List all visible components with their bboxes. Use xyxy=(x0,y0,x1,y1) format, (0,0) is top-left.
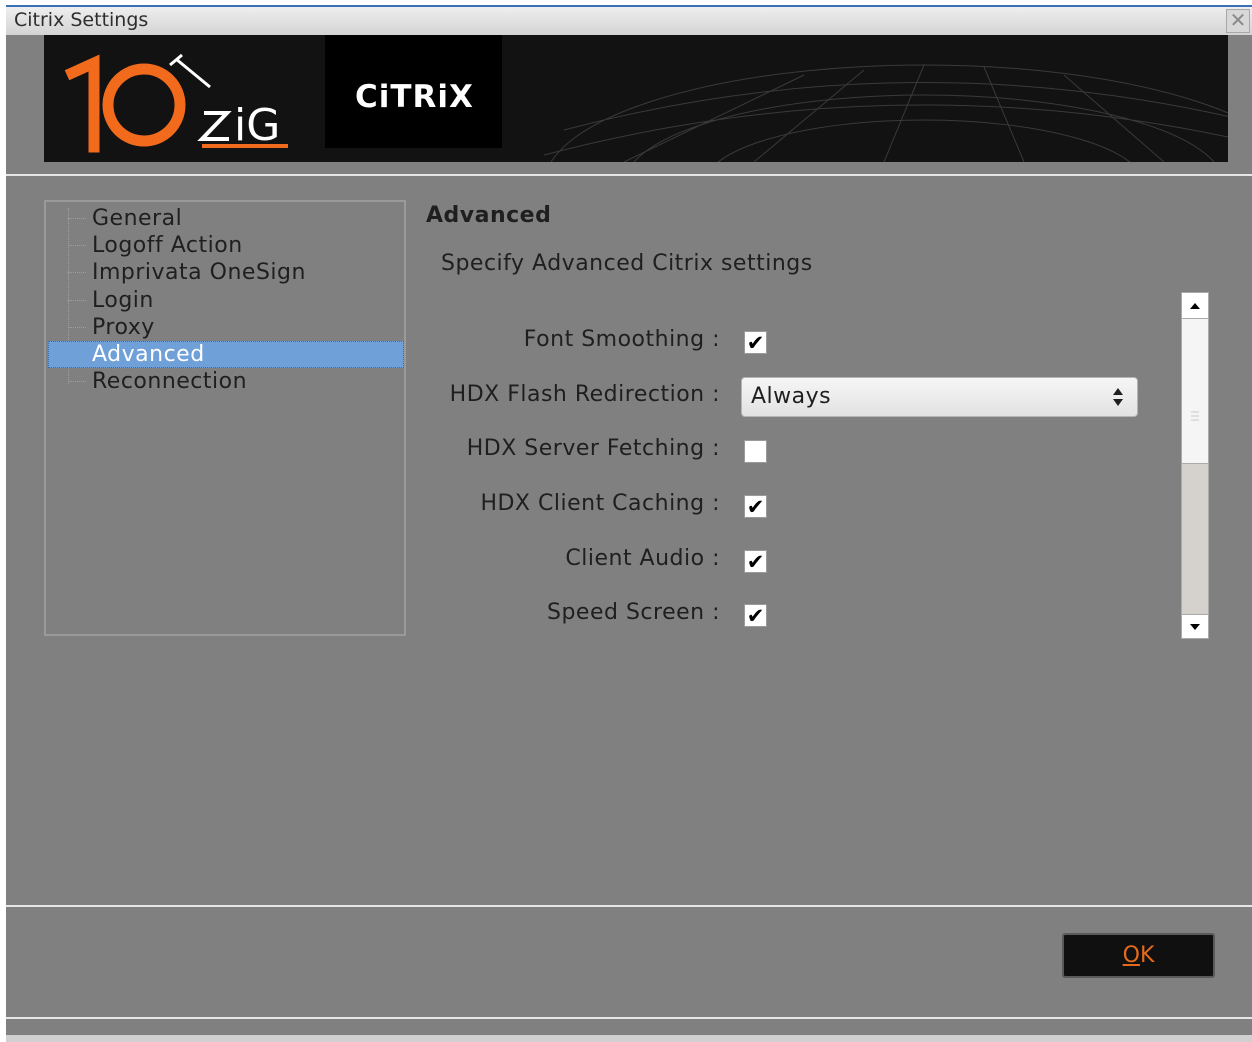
nav-item-login[interactable]: Login xyxy=(46,287,404,314)
nav-item-label: Imprivata OneSign xyxy=(92,260,306,285)
select-value: Always xyxy=(751,384,832,409)
nav-item-label: Advanced xyxy=(92,342,205,367)
citrix-logo: CiTRiX xyxy=(355,79,474,115)
hdx-flash-redirection-select[interactable]: Always xyxy=(741,377,1138,417)
footer-separator-top xyxy=(6,905,1252,907)
font-smoothing-label: Font Smoothing : xyxy=(523,327,720,352)
nav-item-logoff-action[interactable]: Logoff Action xyxy=(46,232,404,259)
tree-branch xyxy=(68,272,86,274)
title-bar[interactable]: Citrix Settings ✕ xyxy=(6,5,1252,35)
arrow-down-icon xyxy=(1190,624,1200,630)
header-banner: iG CiTRiX xyxy=(44,35,1228,162)
hdx-client-caching-checkbox[interactable]: ✔ xyxy=(744,495,767,518)
section-description: Specify Advanced Citrix settings xyxy=(441,251,813,276)
hdx-flash-redirection-label: HDX Flash Redirection : xyxy=(449,382,720,407)
tree-branch xyxy=(68,218,86,220)
nav-item-reconnection[interactable]: Reconnection xyxy=(46,368,404,395)
tree-branch xyxy=(68,327,86,329)
speed-screen-checkbox[interactable]: ✔ xyxy=(744,604,767,627)
footer-separator-bottom xyxy=(6,1017,1252,1019)
scroll-thumb[interactable] xyxy=(1182,319,1208,464)
citrix-logo-box: CiTRiX xyxy=(325,35,502,148)
tree-branch xyxy=(68,245,86,247)
nav-item-general[interactable]: General xyxy=(46,205,404,232)
header-separator xyxy=(6,174,1252,176)
hdx-client-caching-label: HDX Client Caching : xyxy=(480,491,720,516)
citrix-settings-window: Citrix Settings ✕ iG CiTRiX General Logo… xyxy=(6,5,1252,1042)
settings-scrollbar[interactable] xyxy=(1181,292,1209,639)
scroll-down-button[interactable] xyxy=(1182,614,1208,638)
client-audio-checkbox[interactable]: ✔ xyxy=(744,550,767,573)
10zig-logo: iG xyxy=(64,53,288,153)
window-title: Citrix Settings xyxy=(14,9,149,31)
nav-item-label: Proxy xyxy=(92,315,155,340)
nav-item-label: General xyxy=(92,206,183,231)
close-button[interactable]: ✕ xyxy=(1226,9,1250,33)
nav-item-advanced[interactable]: Advanced xyxy=(46,341,404,368)
hdx-server-fetching-label: HDX Server Fetching : xyxy=(466,436,720,461)
settings-nav-tree[interactable]: General Logoff Action Imprivata OneSign … xyxy=(44,200,406,636)
nav-item-label: Reconnection xyxy=(92,369,248,394)
updown-arrow-icon xyxy=(1113,388,1123,406)
bottom-strip xyxy=(6,1035,1252,1042)
tree-branch xyxy=(68,300,86,302)
speed-screen-label: Speed Screen : xyxy=(547,600,720,625)
nav-item-proxy[interactable]: Proxy xyxy=(46,314,404,341)
font-smoothing-checkbox[interactable]: ✔ xyxy=(744,331,767,354)
tree-branch xyxy=(68,381,86,383)
svg-text:iG: iG xyxy=(234,100,280,151)
globe-graphic xyxy=(543,64,1228,162)
grip-icon xyxy=(1191,411,1199,421)
section-title: Advanced xyxy=(426,203,552,228)
nav-item-imprivata-onesign[interactable]: Imprivata OneSign xyxy=(46,259,404,286)
ok-button[interactable]: OK xyxy=(1062,933,1215,978)
scroll-up-button[interactable] xyxy=(1182,293,1208,319)
nav-item-label: Login xyxy=(92,288,154,313)
hdx-server-fetching-checkbox[interactable] xyxy=(744,440,767,463)
ok-mnemonic: O xyxy=(1122,943,1140,968)
arrow-up-icon xyxy=(1190,303,1200,309)
ok-label-rest: K xyxy=(1139,943,1155,968)
client-audio-label: Client Audio : xyxy=(565,546,720,571)
nav-item-label: Logoff Action xyxy=(92,233,243,258)
